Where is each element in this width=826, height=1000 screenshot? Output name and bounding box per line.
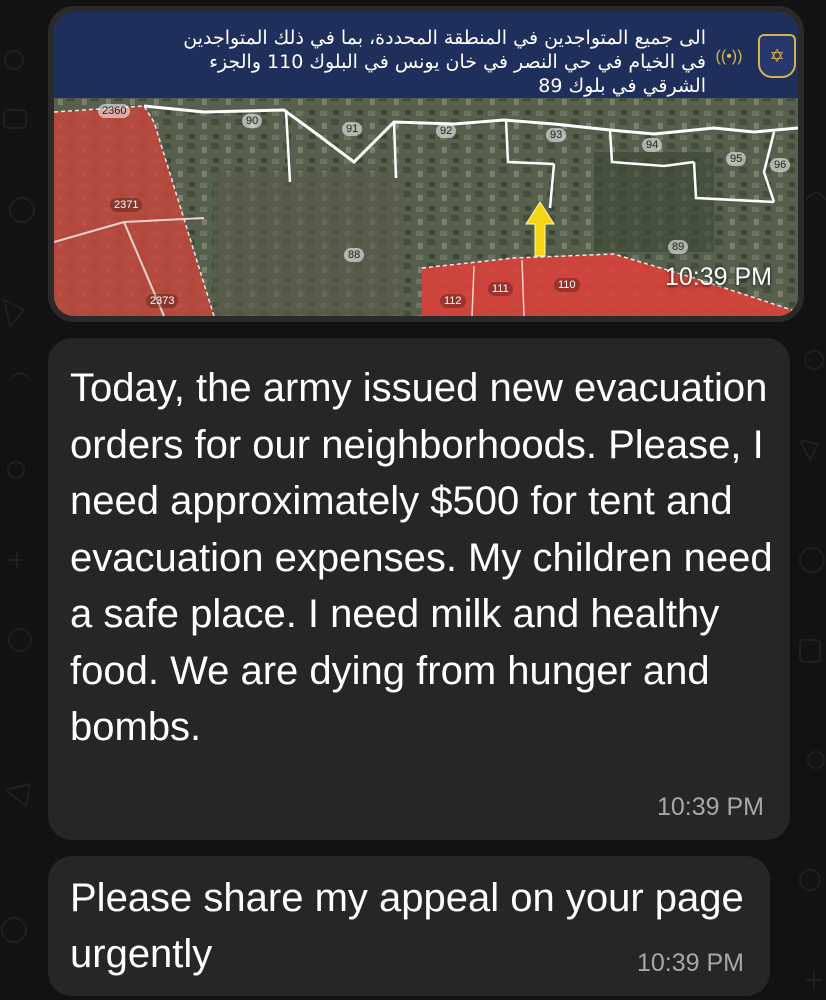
- message-timestamp: 10:39 PM: [636, 949, 744, 977]
- block-label: 110: [554, 278, 580, 292]
- block-label: 2373: [146, 294, 179, 308]
- broadcast-icon: ((•)): [715, 48, 743, 65]
- message-text: Today, the army issued new evacuation or…: [70, 366, 773, 749]
- chat-thread[interactable]: ✡ ((•)) الى جميع المتواجدين في المنطقة ا…: [0, 0, 826, 1000]
- block-label: 92: [436, 124, 457, 138]
- block-label: 2360: [98, 104, 131, 118]
- image-message-bubble[interactable]: ✡ ((•)) الى جميع المتواجدين في المنطقة ا…: [48, 6, 804, 322]
- message-timestamp: 10:39 PM: [656, 793, 764, 821]
- alert-text: الى جميع المتواجدين في المنطقة المحددة، …: [183, 27, 706, 97]
- block-label: 91: [342, 122, 363, 136]
- message-bubble[interactable]: Today, the army issued new evacuation or…: [48, 338, 790, 840]
- evacuation-map-image[interactable]: ✡ ((•)) الى جميع المتواجدين في المنطقة ا…: [54, 12, 798, 316]
- block-label: 94: [642, 138, 663, 152]
- block-label: 2371: [110, 198, 143, 212]
- block-label: 111: [488, 282, 513, 296]
- block-label: 95: [726, 152, 747, 166]
- block-label: 96: [770, 158, 791, 172]
- image-message-timestamp: 10:39 PM: [664, 263, 772, 291]
- block-label: 89: [668, 240, 689, 254]
- block-label: 112: [440, 294, 466, 308]
- block-label: 88: [344, 248, 365, 262]
- alert-header-banner: ✡ ((•)) الى جميع المتواجدين في المنطقة ا…: [54, 12, 798, 98]
- block-label: 90: [242, 114, 263, 128]
- idf-emblem-icon: ✡: [758, 34, 796, 78]
- block-label: 93: [546, 128, 567, 142]
- message-bubble[interactable]: Please share my appeal on your page urge…: [48, 856, 770, 996]
